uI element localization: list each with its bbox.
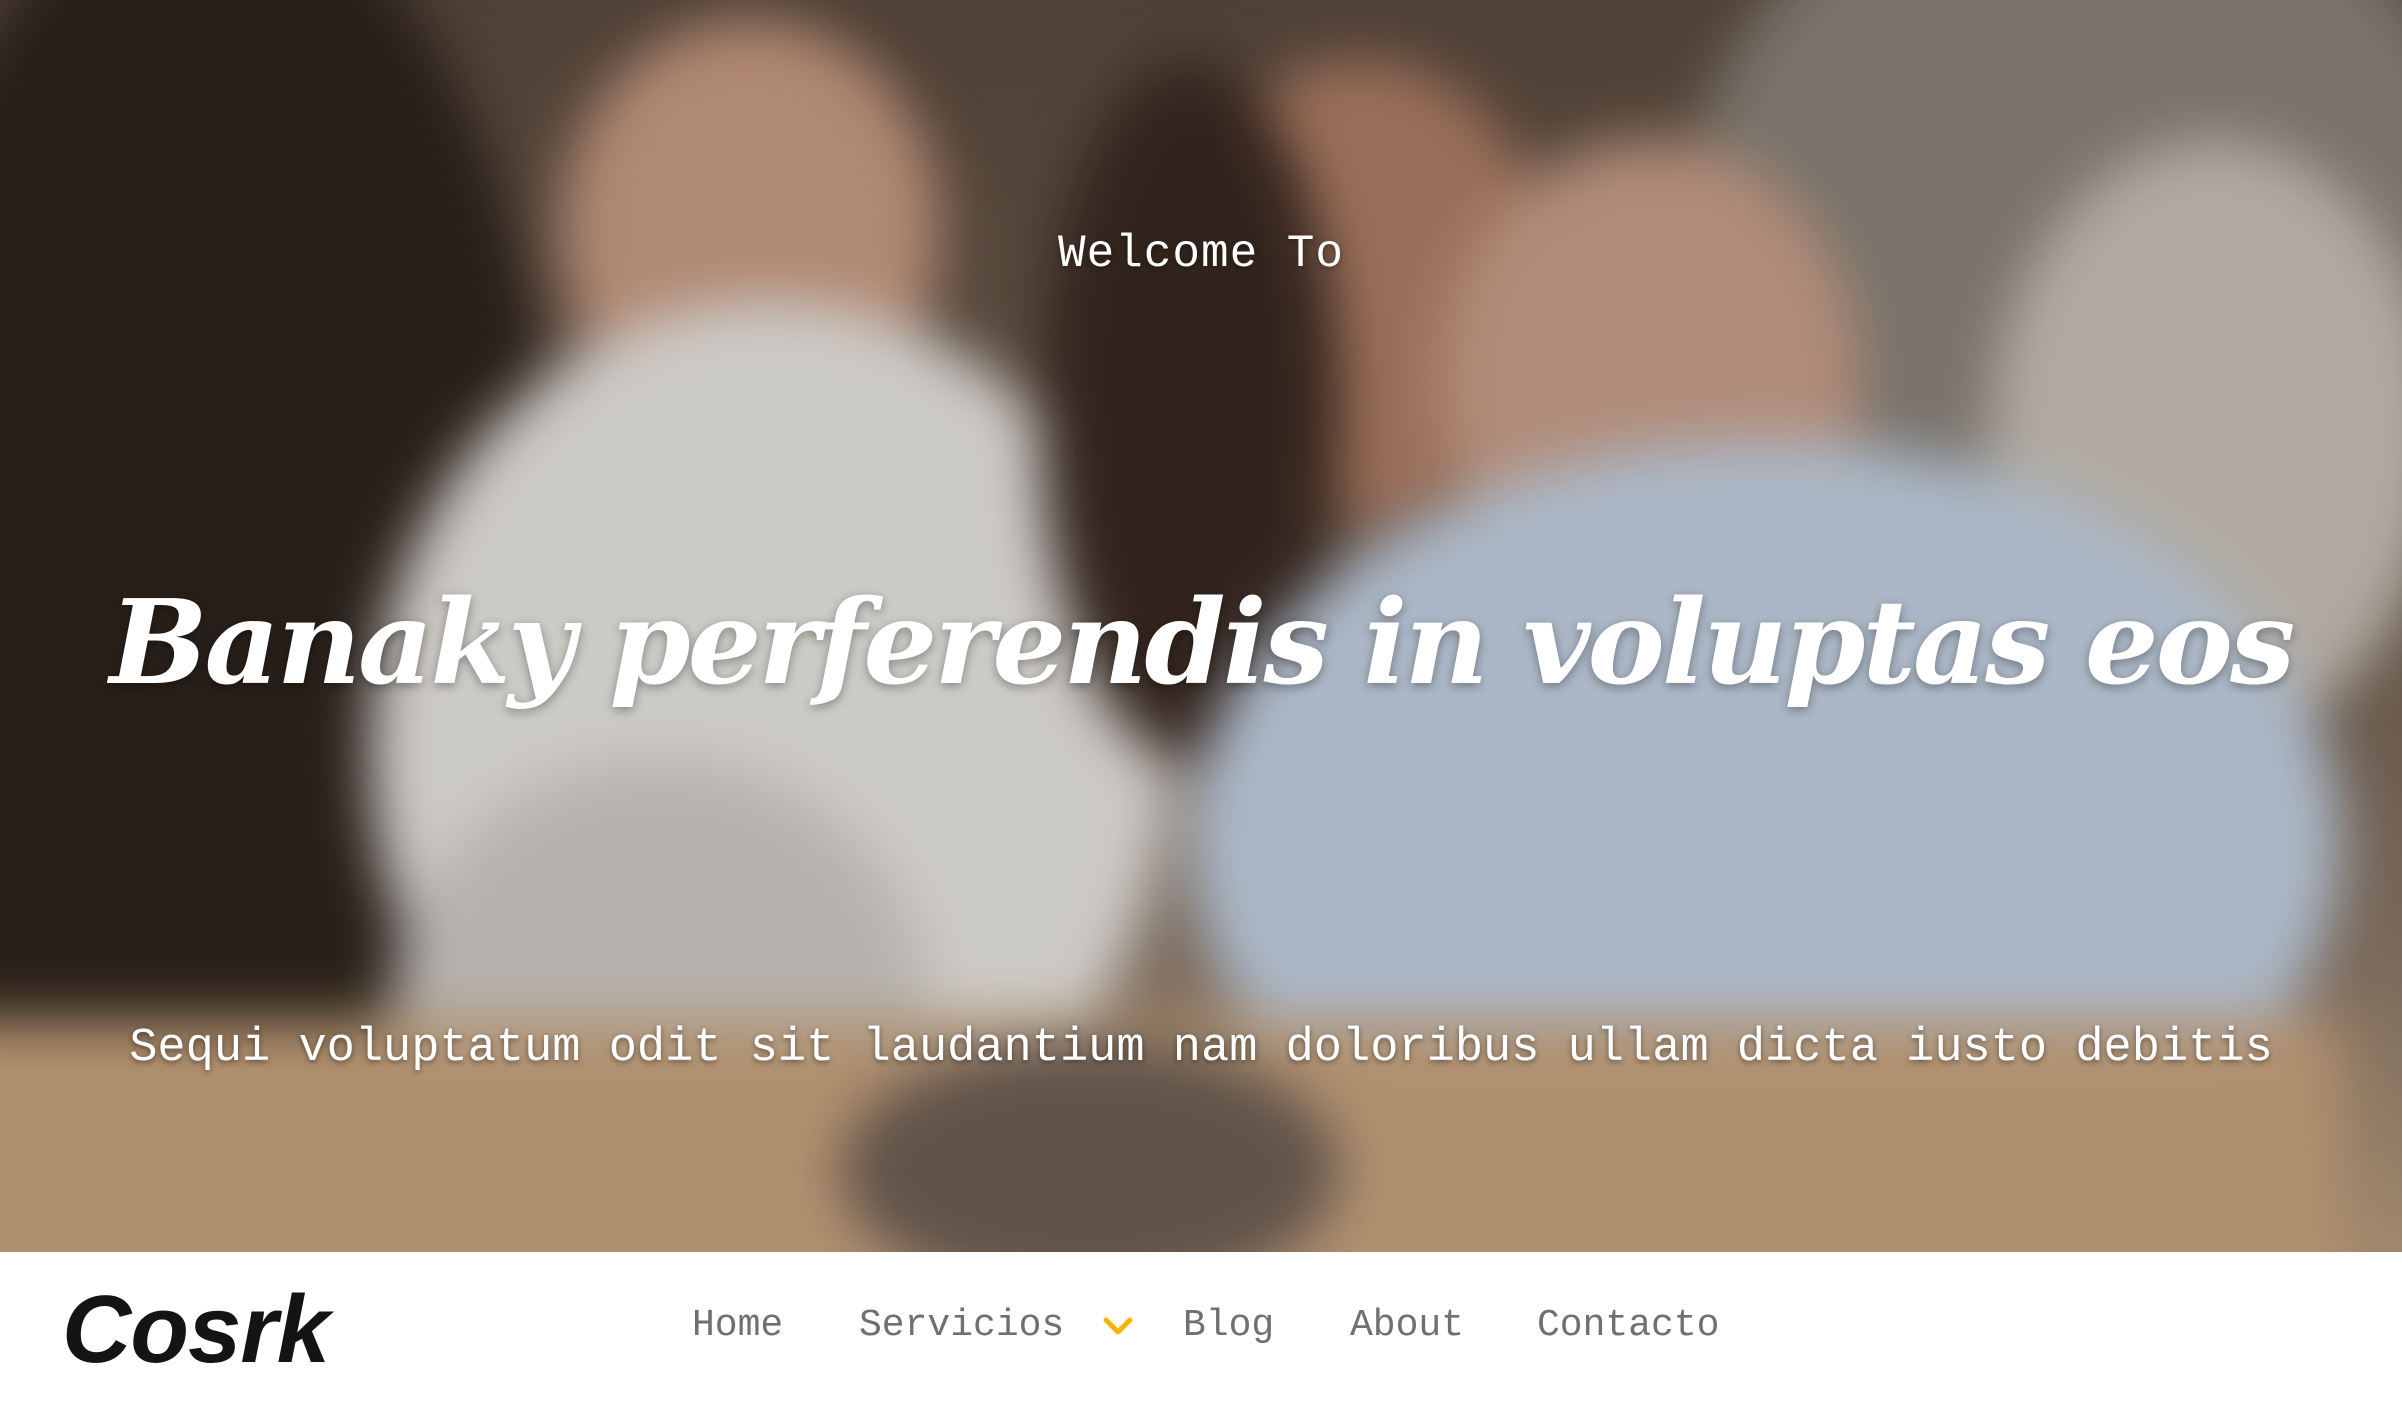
hero-headline: Banaky perferendis in voluptas eos [109, 575, 2296, 711]
nav-item-contacto[interactable]: Contacto [1537, 1307, 1719, 1345]
hero-section: Welcome To Banaky perferendis in volupta… [0, 0, 2402, 1252]
nav-item-servicios[interactable]: Servicios [859, 1307, 1064, 1345]
site-logo[interactable]: Cosrk [62, 1282, 330, 1378]
hero-subtitle: Sequi voluptatum odit sit laudantium nam… [129, 1022, 2273, 1075]
nav-item-about[interactable]: About [1350, 1307, 1464, 1345]
nav-item-home[interactable]: Home [692, 1307, 783, 1345]
chevron-down-icon[interactable] [1103, 1316, 1133, 1338]
hero-welcome-text: Welcome To [1057, 228, 1345, 280]
nav-item-blog[interactable]: Blog [1183, 1307, 1274, 1345]
main-navbar: Cosrk Home Servicios Blog About Contacto [0, 1252, 2402, 1405]
